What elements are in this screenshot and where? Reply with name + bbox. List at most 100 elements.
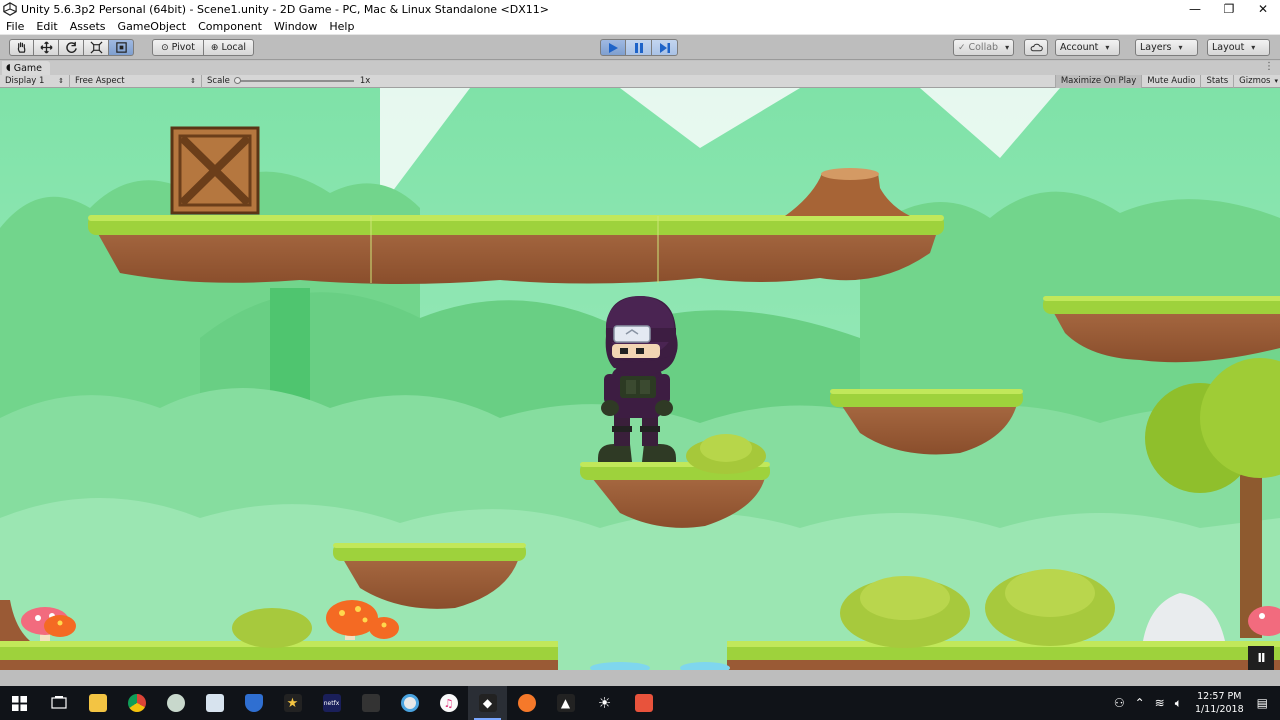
clock[interactable]: 12:57 PM 1/11/2018: [1187, 690, 1252, 716]
scale-slider-thumb[interactable]: [233, 77, 241, 84]
taskbar-star-app[interactable]: ★: [273, 686, 312, 720]
star-icon: ★: [283, 694, 302, 712]
rect-tool-button[interactable]: [109, 39, 134, 56]
ground-bush: [232, 608, 312, 648]
status-strip: [0, 670, 1280, 686]
scale-icon: [90, 41, 102, 54]
notepad-icon: [205, 694, 224, 712]
menu-file[interactable]: File: [0, 20, 30, 33]
rotate-tool-button[interactable]: [59, 39, 84, 56]
collab-group: ✓ Collab: [953, 39, 1014, 56]
pivot-icon: ⊙: [161, 42, 169, 53]
menu-help[interactable]: Help: [323, 20, 360, 33]
play-icon: [609, 42, 618, 53]
play-button[interactable]: [600, 39, 626, 56]
menu-component[interactable]: Component: [192, 20, 268, 33]
start-button[interactable]: [0, 686, 39, 720]
people-icon[interactable]: ⚇: [1109, 696, 1130, 710]
game-pacman-icon: ◖: [6, 63, 11, 73]
account-group: Account: [1055, 39, 1120, 56]
scale-value: 1x: [359, 76, 371, 86]
tab-menu-icon[interactable]: ⋮: [1264, 61, 1274, 72]
taskbar-chrome[interactable]: [117, 686, 156, 720]
display-dropdown[interactable]: Display 1 ⇕: [0, 74, 70, 88]
taskbar-app-ship[interactable]: ▲: [546, 686, 585, 720]
folder-icon: [88, 694, 107, 712]
menu-assets[interactable]: Assets: [64, 20, 112, 33]
aspect-dropdown[interactable]: Free Aspect ⇕: [70, 74, 202, 88]
system-tray: ⚇ ⌃ ≋ 🔈︎ 12:57 PM 1/11/2018 ▤: [1109, 686, 1280, 720]
hand-tool-button[interactable]: [9, 39, 34, 56]
music-icon: ♫: [439, 694, 458, 712]
tab-game[interactable]: ◖ Game: [2, 61, 51, 75]
stats-toggle[interactable]: Stats: [1200, 74, 1233, 88]
windows-logo-icon: [12, 695, 27, 711]
close-button[interactable]: ✕: [1246, 0, 1280, 18]
chrome-icon: [127, 694, 146, 712]
taskbar-netflix[interactable]: netfx: [312, 686, 351, 720]
notification-icon[interactable]: ▤: [1252, 696, 1280, 710]
taskbar-notepad[interactable]: [195, 686, 234, 720]
game-tab-bar: ◖ Game ⋮: [0, 61, 1280, 75]
menu-edit[interactable]: Edit: [30, 20, 63, 33]
taskbar-app-bird[interactable]: [156, 686, 195, 720]
task-view-button[interactable]: [39, 686, 78, 720]
taskbar-app-vlc[interactable]: [390, 686, 429, 720]
sublime-icon: [634, 694, 653, 712]
game-viewport[interactable]: II: [0, 88, 1280, 670]
taskbar-app-gun[interactable]: [351, 686, 390, 720]
title-bar: Unity 5.6.3p2 Personal (64bit) - Scene1.…: [0, 0, 1280, 18]
collab-dropdown[interactable]: ✓ Collab: [953, 39, 1014, 56]
sun-icon: ☀: [597, 694, 612, 712]
account-dropdown[interactable]: Account: [1055, 39, 1120, 56]
wifi-icon[interactable]: ≋: [1150, 696, 1170, 710]
circle-app-icon: [400, 694, 419, 712]
transform-tools: [9, 39, 134, 56]
cloud-button[interactable]: [1024, 39, 1048, 56]
task-view-icon: [50, 696, 67, 709]
gizmos-dropdown[interactable]: Gizmos ▾: [1233, 74, 1280, 88]
taskbar-unity[interactable]: ◆: [468, 686, 507, 720]
scale-tool-button[interactable]: [84, 39, 109, 56]
main-toolbar: ⊙ Pivot ⊕ Local ✓ Collab Account: [0, 35, 1280, 60]
taskbar-defender[interactable]: [234, 686, 273, 720]
restore-button[interactable]: ❐: [1212, 0, 1246, 18]
mute-audio-toggle[interactable]: Mute Audio: [1141, 74, 1200, 88]
aspect-label: Free Aspect: [75, 76, 125, 86]
local-icon: ⊕: [210, 42, 219, 53]
pause-overlay-icon[interactable]: II: [1248, 646, 1274, 670]
layout-dropdown[interactable]: Layout: [1207, 39, 1270, 56]
minimize-button[interactable]: —: [1178, 0, 1212, 18]
dropdown-arrow-icon: ▾: [1274, 77, 1278, 85]
scale-slider[interactable]: [233, 77, 354, 84]
step-button[interactable]: [652, 39, 678, 56]
layout-group: Layout: [1207, 39, 1270, 56]
clock-date: 1/11/2018: [1194, 704, 1244, 715]
unity-icon: ◆: [478, 694, 497, 712]
clock-time: 12:57 PM: [1197, 691, 1242, 702]
gun-app-icon: [361, 694, 380, 712]
scale-control: Scale 1x: [202, 75, 375, 88]
move-arrows-icon: [39, 41, 53, 54]
maximize-on-play-toggle[interactable]: Maximize On Play: [1054, 74, 1142, 88]
taskbar-sublime[interactable]: [624, 686, 663, 720]
background-trunk: [270, 288, 310, 408]
menu-window[interactable]: Window: [268, 20, 323, 33]
bird-app-icon: [166, 694, 185, 712]
taskbar-app-sun[interactable]: ☀: [585, 686, 624, 720]
gizmos-label: Gizmos: [1239, 76, 1271, 86]
chevron-up-icon[interactable]: ⌃: [1130, 696, 1150, 710]
shield-icon: [244, 694, 263, 712]
rotate-icon: [65, 41, 77, 53]
taskbar-itunes[interactable]: ♫: [429, 686, 468, 720]
pivot-toggle[interactable]: ⊙ Pivot: [152, 39, 204, 56]
taskbar-blender[interactable]: [507, 686, 546, 720]
menu-gameobject[interactable]: GameObject: [112, 20, 193, 33]
pause-button[interactable]: [626, 39, 652, 56]
move-tool-button[interactable]: [34, 39, 59, 56]
volume-icon[interactable]: 🔈︎: [1170, 696, 1187, 711]
taskbar-file-explorer[interactable]: [78, 686, 117, 720]
tab-game-label: Game: [13, 62, 43, 74]
layers-dropdown[interactable]: Layers: [1135, 39, 1198, 56]
local-toggle[interactable]: ⊕ Local: [204, 39, 254, 56]
